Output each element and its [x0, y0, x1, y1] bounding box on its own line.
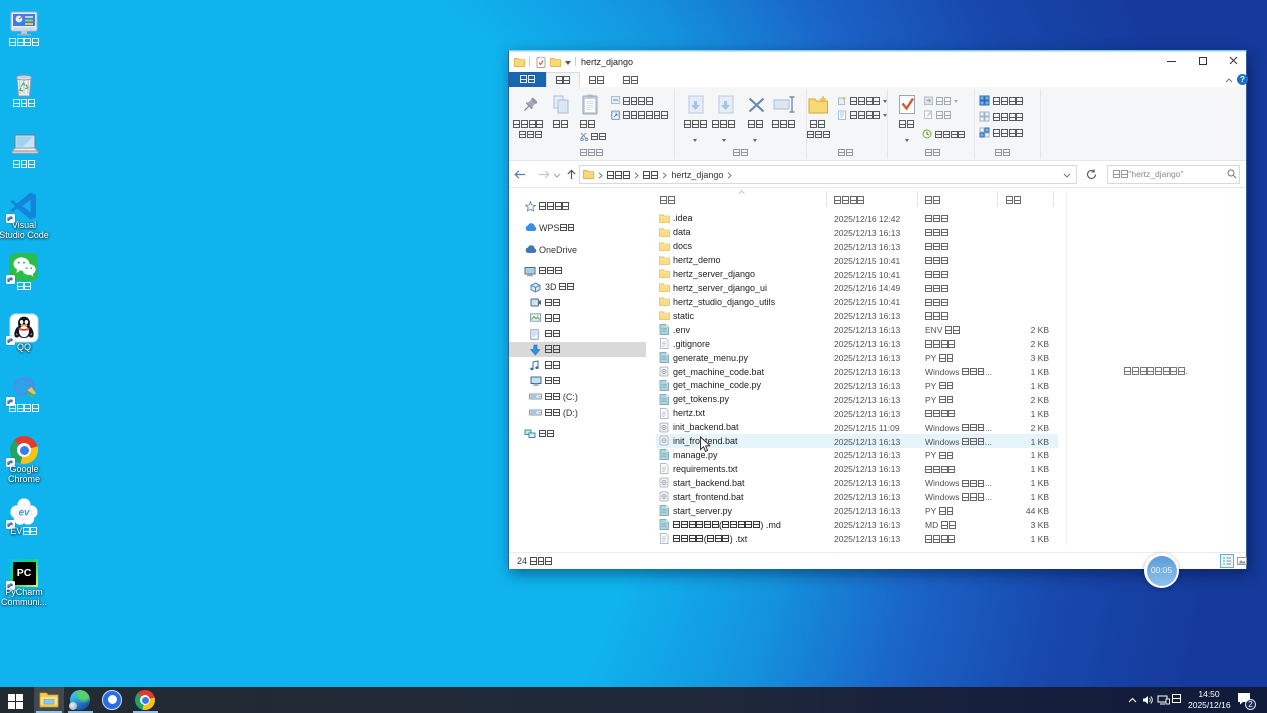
- svg-text:ev: ev: [18, 508, 31, 519]
